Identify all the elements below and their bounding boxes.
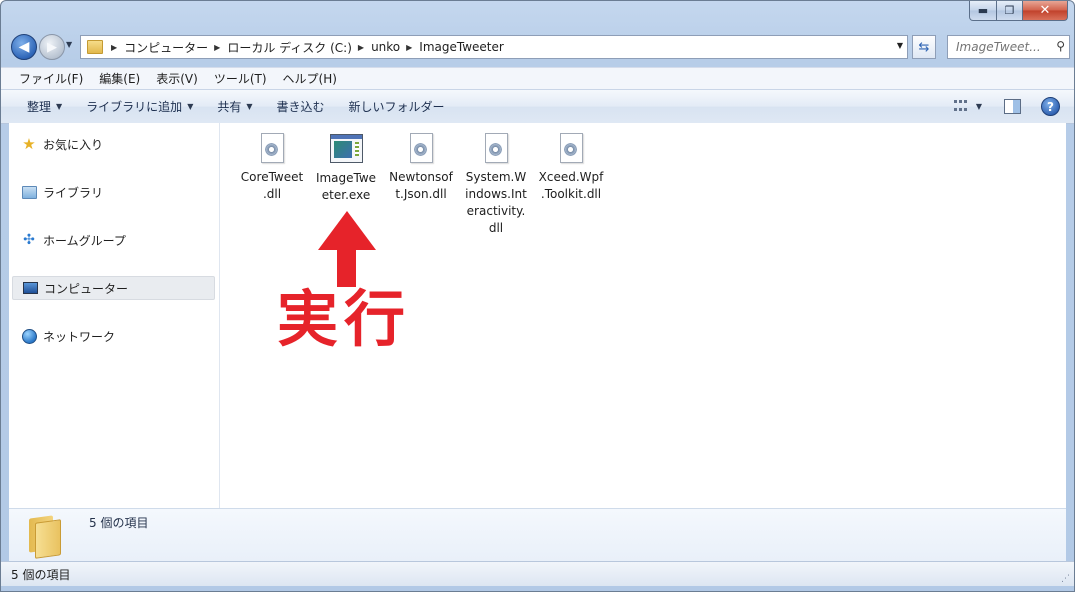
nav-computer-label: コンピューター	[44, 281, 129, 296]
preview-pane-icon[interactable]	[1004, 99, 1021, 114]
dll-file-icon	[409, 133, 433, 163]
body-area: ★ お気に入り ライブラリ ✣ ホームグループ コンピューター ネットワーク C…	[9, 123, 1066, 508]
chevron-right-icon[interactable]: ▶	[214, 43, 220, 52]
file-item[interactable]: System.W indows.Int eractivity. dll	[459, 133, 533, 237]
search-input[interactable]	[954, 39, 1050, 55]
status-item-count: 5 個の項目	[11, 567, 71, 582]
organize-button[interactable]: 整理 ▼	[1, 98, 74, 115]
folder-icon	[27, 515, 61, 559]
breadcrumb-unko[interactable]: unko	[371, 40, 400, 54]
menu-bar: ファイル(F) 編集(E) 表示(V) ツール(T) ヘルプ(H)	[1, 67, 1074, 89]
nav-libraries-label: ライブラリ	[43, 185, 104, 200]
maximize-button[interactable]: ❐	[997, 1, 1023, 21]
file-name: ImageTwe eter.exe	[315, 171, 377, 202]
file-name: System.W indows.Int eractivity. dll	[465, 170, 527, 235]
breadcrumb-local-disk[interactable]: ローカル ディスク (C:)	[227, 39, 352, 56]
annotation-text: 実行	[277, 284, 412, 355]
library-icon	[21, 184, 37, 200]
navigation-pane: ★ お気に入り ライブラリ ✣ ホームグループ コンピューター ネットワーク	[9, 123, 220, 508]
menu-file[interactable]: ファイル(F)	[11, 70, 91, 87]
file-name: Xceed.Wpf .Toolkit.dll	[538, 170, 604, 201]
dll-file-icon	[484, 133, 508, 163]
share-label: 共有	[217, 100, 242, 114]
chevron-down-icon: ▼	[246, 102, 253, 111]
file-item[interactable]: ImageTwe eter.exe	[309, 133, 383, 204]
star-icon: ★	[22, 135, 36, 153]
close-button[interactable]: ✕	[1023, 1, 1068, 21]
help-icon[interactable]: ?	[1041, 97, 1060, 116]
chevron-down-icon: ▼	[56, 102, 63, 111]
search-box[interactable]: ⚲	[947, 35, 1070, 59]
menu-help[interactable]: ヘルプ(H)	[275, 70, 345, 87]
file-list: CoreTweet .dll ImageTwe eter.exe Newtonsof…	[220, 123, 1066, 508]
nav-favorites-label: お気に入り	[43, 137, 104, 152]
file-name: CoreTweet .dll	[240, 170, 304, 201]
exe-file-icon	[329, 134, 363, 163]
add-to-library-label: ライブラリに追加	[86, 100, 183, 114]
address-bar[interactable]: ▶ コンピューター ▶ ローカル ディスク (C:) ▶ unko ▶ Imag…	[80, 35, 908, 59]
arrow-shaft	[337, 247, 356, 287]
file-item[interactable]: CoreTweet .dll	[235, 133, 309, 203]
folder-icon	[87, 40, 103, 54]
view-options-icon[interactable]	[953, 100, 968, 113]
caption-buttons: ▬ ❐ ✕	[969, 1, 1068, 21]
forward-button[interactable]: ▶	[39, 34, 65, 60]
file-item[interactable]: Xceed.Wpf .Toolkit.dll	[534, 133, 608, 203]
address-row: ◀ ▶ ▼ ▶ コンピューター ▶ ローカル ディスク (C:) ▶ unko …	[9, 32, 1070, 60]
explorer-window: ▬ ❐ ✕ ◀ ▶ ▼ ▶ コンピューター ▶ ローカル ディスク (C:) ▶…	[0, 0, 1075, 592]
chevron-down-icon: ▼	[187, 102, 194, 111]
organize-label: 整理	[27, 100, 52, 114]
details-item-count: 5 個の項目	[89, 516, 149, 530]
share-button[interactable]: 共有 ▼	[205, 98, 264, 115]
dll-file-icon	[260, 133, 284, 163]
back-button[interactable]: ◀	[11, 34, 37, 60]
nav-favorites[interactable]: ★ お気に入り	[21, 133, 217, 155]
view-dropdown-icon[interactable]: ▼	[976, 102, 982, 111]
resize-grip-icon[interactable]: ⋰	[1061, 574, 1070, 584]
add-to-library-button[interactable]: ライブラリに追加 ▼	[74, 98, 205, 115]
minimize-button[interactable]: ▬	[969, 1, 997, 21]
forward-arrow-icon: ▶	[47, 39, 57, 55]
nav-homegroup-label: ホームグループ	[43, 233, 126, 248]
recent-pages-dropdown[interactable]: ▼	[66, 40, 72, 49]
status-bar: 5 個の項目 ⋰	[1, 561, 1074, 586]
refresh-button[interactable]: ⇆	[912, 35, 936, 59]
breadcrumb-imagetweeter[interactable]: ImageTweeter	[419, 40, 504, 54]
address-dropdown-icon[interactable]: ▼	[897, 41, 903, 50]
nav-network[interactable]: ネットワーク	[21, 325, 217, 347]
chevron-right-icon[interactable]: ▶	[406, 43, 412, 52]
dll-file-icon	[559, 133, 583, 163]
burn-button[interactable]: 書き込む	[265, 98, 337, 115]
chevron-right-icon[interactable]: ▶	[358, 43, 364, 52]
nav-computer[interactable]: コンピューター	[12, 276, 215, 300]
menu-tools[interactable]: ツール(T)	[206, 70, 275, 87]
menu-edit[interactable]: 編集(E)	[91, 70, 148, 87]
breadcrumb-computer[interactable]: コンピューター	[124, 39, 208, 56]
details-pane: 5 個の項目	[9, 508, 1066, 561]
refresh-icon: ⇆	[918, 39, 930, 55]
nav-network-label: ネットワーク	[43, 329, 116, 344]
back-arrow-icon: ◀	[18, 39, 30, 55]
nav-libraries[interactable]: ライブラリ	[21, 181, 217, 203]
file-name: Newtonsof t.Json.dll	[389, 170, 453, 201]
nav-homegroup[interactable]: ✣ ホームグループ	[21, 229, 217, 251]
command-bar-right: ▼ ?	[953, 97, 1060, 116]
homegroup-icon: ✣	[23, 232, 35, 248]
arrow-up-icon	[318, 211, 376, 250]
file-item[interactable]: Newtonsof t.Json.dll	[384, 133, 458, 203]
menu-view[interactable]: 表示(V)	[148, 70, 206, 87]
search-icon[interactable]: ⚲	[1056, 39, 1065, 53]
new-folder-button[interactable]: 新しいフォルダー	[337, 98, 457, 115]
computer-icon	[22, 280, 38, 296]
annotation: 実行	[277, 211, 417, 361]
command-bar: 整理 ▼ ライブラリに追加 ▼ 共有 ▼ 書き込む 新しいフォルダー ▼ ?	[1, 89, 1074, 124]
chevron-right-icon[interactable]: ▶	[111, 43, 117, 52]
network-icon	[21, 328, 37, 344]
